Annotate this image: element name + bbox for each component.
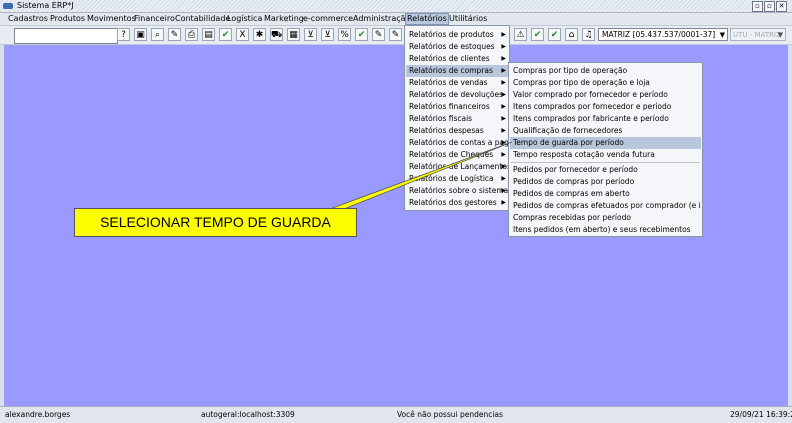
erp-application-window: Sistema ERP*J ▫ ▫ ✕ Cadastros Produtos M…	[0, 0, 792, 423]
status-message: Você não possui pendencias	[397, 410, 503, 419]
status-bar: alexandre.borges autogeral:localhost:330…	[0, 406, 792, 423]
status-user: alexandre.borges	[5, 410, 71, 419]
status-connection: autogeral:localhost:3309	[201, 410, 295, 419]
status-datetime: 29/09/21 16:39:26	[730, 410, 792, 419]
callout-label: SELECIONAR TEMPO DE GUARDA	[74, 208, 357, 237]
callout-pointer-shape	[329, 141, 513, 210]
